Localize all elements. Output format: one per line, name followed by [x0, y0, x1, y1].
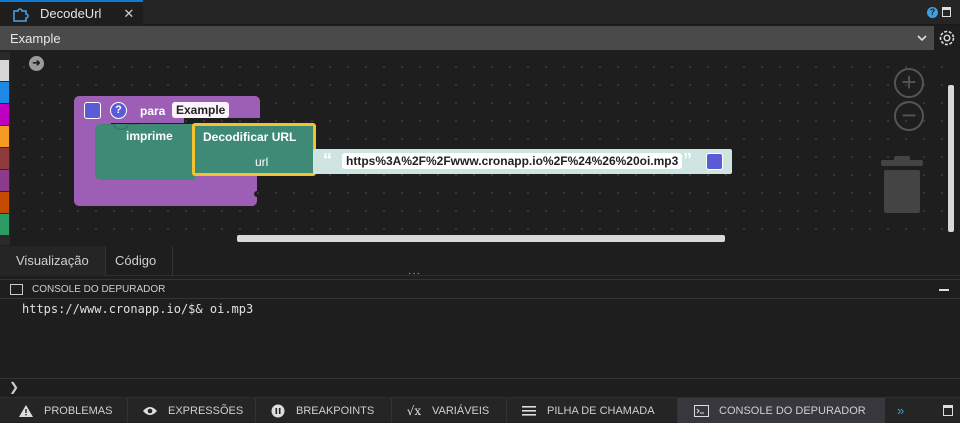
editor-tab-bar: DecodeUrl ✕: [0, 0, 960, 25]
maximize-icon[interactable]: [942, 7, 951, 17]
minimize-icon[interactable]: [939, 289, 949, 291]
tab-code[interactable]: Código: [99, 246, 174, 276]
chevron-down-icon[interactable]: [915, 31, 929, 45]
category-color-3[interactable]: [0, 104, 9, 125]
function-settings-icon[interactable]: [84, 102, 101, 119]
view-tabs: Visualização Código: [0, 246, 960, 276]
tab-callstack[interactable]: PILHA DE CHAMADA: [521, 398, 655, 423]
category-color-1[interactable]: [0, 60, 9, 81]
category-color-8[interactable]: [0, 214, 9, 235]
terminal-icon: [10, 284, 23, 295]
url-param-label: url: [255, 155, 269, 169]
category-color-6[interactable]: [0, 170, 9, 191]
string-value-field[interactable]: https%3A%2F%2Fwww.cronapp.io%2F%24%26%20…: [342, 153, 683, 169]
tab-expressions-label: EXPRESSÕES: [168, 404, 244, 417]
function-selector[interactable]: Example: [0, 26, 934, 50]
vertical-scrollbar[interactable]: [948, 85, 954, 232]
horizontal-scrollbar[interactable]: [237, 235, 725, 242]
gear-icon[interactable]: [937, 28, 957, 48]
function-x-icon: √x: [406, 403, 422, 418]
console-output: https://www.cronapp.io/$& oi.mp3: [22, 302, 254, 316]
tab-variables[interactable]: √x VARIÁVEIS: [406, 398, 489, 423]
tab-problems[interactable]: PROBLEMAS: [18, 398, 112, 423]
tab-visualization[interactable]: Visualização: [0, 246, 106, 276]
block-category-toolbox: [0, 52, 10, 245]
tab-breakpoints[interactable]: BREAKPOINTS: [270, 398, 374, 423]
tab-problems-label: PROBLEMAS: [44, 404, 113, 417]
string-settings-icon[interactable]: [706, 153, 723, 170]
tab-debug-console-label: CONSOLE DO DEPURADOR: [719, 404, 866, 417]
trash-can-icon[interactable]: [884, 170, 920, 213]
eye-icon: [142, 404, 158, 418]
list-icon: [521, 404, 537, 418]
function-keyword: para: [140, 104, 166, 118]
puzzle-icon: [13, 7, 29, 22]
tab-title: DecodeUrl: [40, 6, 102, 21]
open-quote-icon: “: [323, 150, 332, 170]
zoom-in-icon[interactable]: +: [894, 68, 924, 98]
maximize-panel-icon[interactable]: [943, 405, 953, 416]
warning-icon: [18, 404, 34, 418]
tab-decodeurl[interactable]: DecodeUrl ✕: [0, 0, 143, 25]
category-color-2[interactable]: [0, 82, 9, 103]
close-icon[interactable]: ✕: [123, 6, 134, 22]
tab-variables-label: VARIÁVEIS: [432, 404, 490, 417]
zoom-out-icon[interactable]: −: [894, 101, 924, 131]
console-input[interactable]: ❯: [0, 378, 960, 397]
function-name-field[interactable]: Example: [172, 102, 230, 118]
console-header: CONSOLE DO DEPURADOR: [0, 279, 960, 299]
tab-expressions[interactable]: EXPRESSÕES: [142, 398, 243, 423]
category-color-7[interactable]: [0, 192, 9, 213]
arrow-right-icon[interactable]: ➜: [29, 56, 44, 71]
close-quote-icon: ”: [683, 150, 692, 170]
tab-breakpoints-label: BREAKPOINTS: [296, 404, 375, 417]
tab-callstack-label: PILHA DE CHAMADA: [547, 404, 655, 417]
pause-icon: [270, 404, 286, 418]
trash-lid: [881, 160, 923, 166]
function-selector-value: Example: [10, 31, 61, 46]
category-color-4[interactable]: [0, 126, 9, 147]
debug-panel-tabs: PROBLEMAS EXPRESSÕES BREAKPOINTS √x VARI…: [0, 397, 960, 423]
tab-debug-console[interactable]: CONSOLE DO DEPURADOR: [678, 398, 885, 423]
decode-url-label: Decodificar URL: [203, 130, 297, 144]
terminal-icon: [693, 404, 709, 418]
category-color-5[interactable]: [0, 148, 9, 169]
panel-resize-grip[interactable]: ···: [408, 268, 421, 279]
help-icon[interactable]: ?: [927, 7, 938, 18]
print-label: imprime: [126, 129, 173, 143]
help-circle-icon[interactable]: ?: [110, 102, 127, 119]
prompt-chevron-icon: ❯: [9, 380, 20, 394]
more-chevrons-icon[interactable]: »: [897, 403, 904, 418]
console-title: CONSOLE DO DEPURADOR: [32, 284, 166, 295]
